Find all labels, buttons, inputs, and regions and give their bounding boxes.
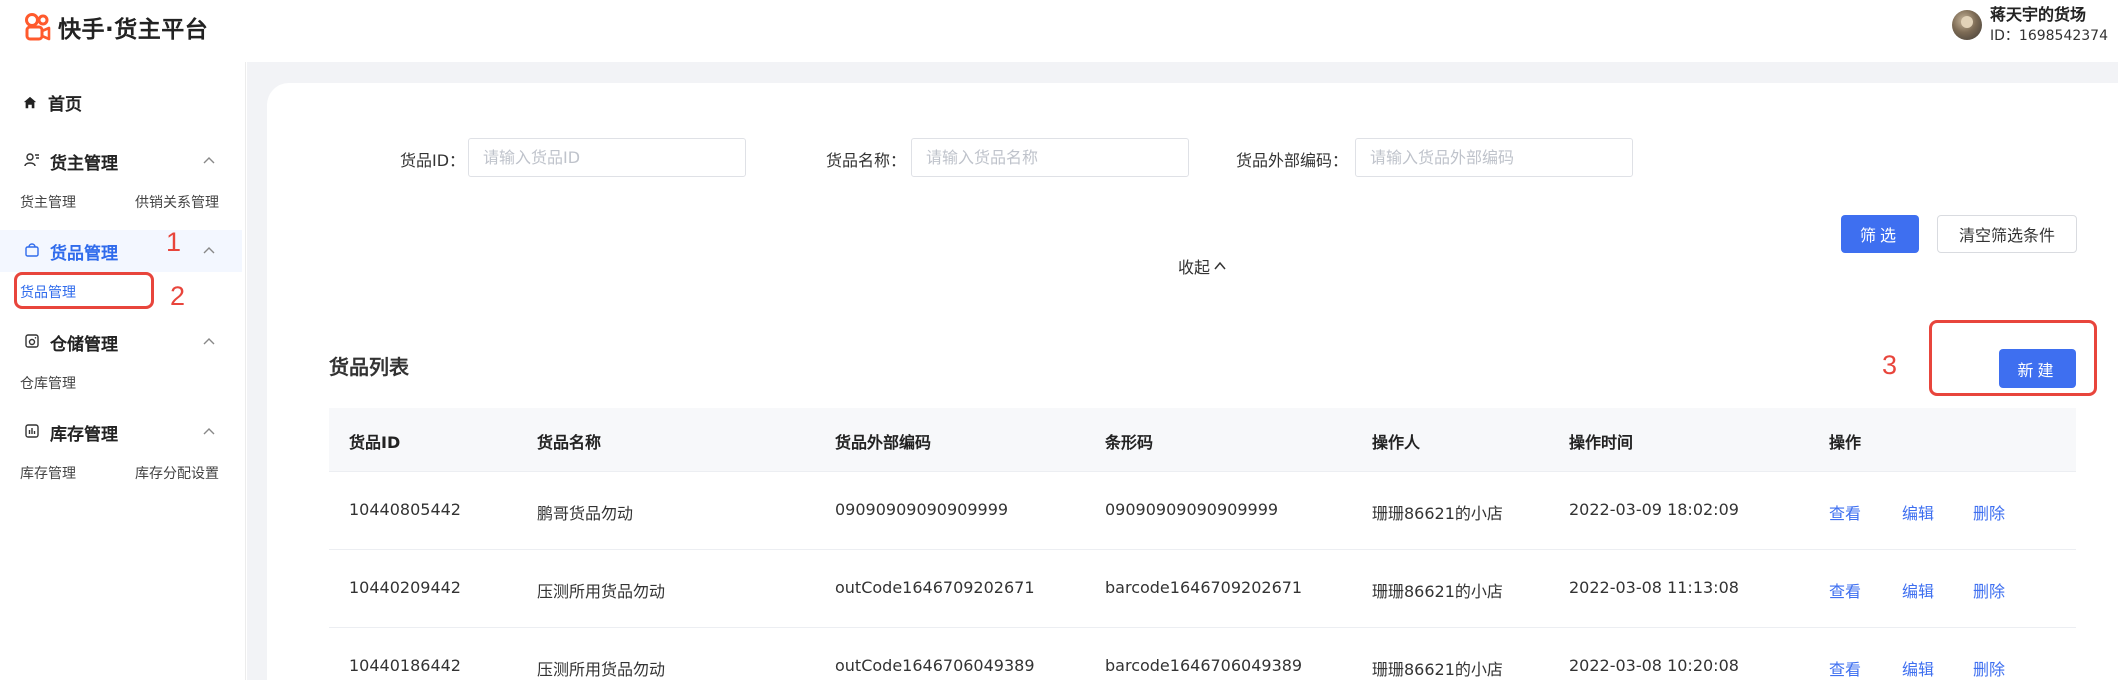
cell-barcode: barcode1646706049389 <box>1105 656 1303 675</box>
delete-link[interactable]: 删除 <box>1973 500 2005 524</box>
column-header: 操作 <box>1829 433 1862 452</box>
view-link[interactable]: 查看 <box>1829 656 1861 680</box>
sidebar-group-label: 货主管理 <box>50 153 118 174</box>
bar-chart-icon <box>25 424 39 438</box>
sidebar-group-goods[interactable]: 货品管理 <box>0 230 242 272</box>
chevron-up-icon[interactable] <box>202 335 216 349</box>
external-code-input[interactable] <box>1355 138 1633 177</box>
sidebar-group-owner[interactable]: 货主管理 <box>0 140 242 182</box>
sidebar: 首页 货主管理 货主管理 供销关系管理 货品管理 货品管理 仓储管理 仓库管理 … <box>0 62 246 680</box>
view-link[interactable]: 查看 <box>1829 578 1861 602</box>
external-code-label: 货品外部编码： <box>1236 151 1349 170</box>
delete-link[interactable]: 删除 <box>1973 578 2005 602</box>
goods-name-input[interactable] <box>911 138 1189 177</box>
cell-goods-name: 鹏哥货品勿动 <box>537 504 634 523</box>
table-header: 货品ID 货品名称 货品外部编码 条形码 操作人 操作时间 操作 <box>329 408 2076 472</box>
sidebar-group-warehouse[interactable]: 仓储管理 <box>0 321 242 363</box>
avatar[interactable] <box>1952 10 1983 40</box>
goods-id-input[interactable] <box>468 138 746 177</box>
cell-external-code: outCode1646706049389 <box>835 656 1035 675</box>
cell-external-code: 09090909090909999 <box>835 500 1009 519</box>
sidebar-item-warehouse-management[interactable]: 仓库管理 <box>20 373 76 393</box>
sidebar-item-supply-relation[interactable]: 供销关系管理 <box>135 192 219 212</box>
cell-external-code: outCode1646709202671 <box>835 578 1035 597</box>
kuaishou-logo-icon <box>25 13 51 41</box>
edit-link[interactable]: 编辑 <box>1902 578 1934 602</box>
clear-filters-button[interactable]: 清空筛选条件 <box>1937 215 2077 253</box>
user-menu[interactable]: 蒋天宇的货场 ID：1698542374 <box>1952 4 2108 46</box>
goods-id-label: 货品ID： <box>400 151 466 170</box>
delete-link[interactable]: 删除 <box>1973 656 2005 680</box>
cell-barcode: barcode1646709202671 <box>1105 578 1303 597</box>
edit-link[interactable]: 编辑 <box>1902 656 1934 680</box>
collapse-toggle[interactable]: 收起 <box>1178 254 1227 278</box>
sidebar-item-inventory-management[interactable]: 库存管理 <box>20 463 76 483</box>
bag-icon <box>25 243 39 257</box>
chevron-up-icon[interactable] <box>202 154 216 168</box>
sidebar-group-label: 库存管理 <box>50 424 118 445</box>
sidebar-item-owner-management[interactable]: 货主管理 <box>20 192 76 212</box>
cell-operator: 珊珊86621的小店 <box>1372 582 1503 601</box>
camera-icon <box>25 334 39 348</box>
logo-text: 快手·货主平台 <box>58 17 209 43</box>
annotation-number-1: 1 <box>166 227 182 257</box>
chevron-up-icon <box>1214 261 1226 270</box>
goods-table: 货品ID 货品名称 货品外部编码 条形码 操作人 操作时间 操作 1044080… <box>329 408 2076 679</box>
goods-name-label: 货品名称： <box>826 151 907 170</box>
logo[interactable]: 快手·货主平台 <box>22 10 208 44</box>
sidebar-group-label: 仓储管理 <box>50 334 118 355</box>
collapse-label: 收起 <box>1178 258 1211 277</box>
cell-time: 2022-03-08 10:20:08 <box>1569 656 1739 675</box>
home-icon <box>23 96 37 108</box>
cell-time: 2022-03-09 18:02:09 <box>1569 500 1739 519</box>
cell-barcode: 09090909090909999 <box>1105 500 1279 519</box>
goods-list-title: 货品列表 <box>329 355 409 379</box>
annotation-box-2 <box>14 272 154 309</box>
top-header: 快手·货主平台 蒋天宇的货场 ID：1698542374 <box>0 0 2118 60</box>
cell-goods-id: 10440805442 <box>349 500 461 519</box>
view-link[interactable]: 查看 <box>1829 500 1861 524</box>
edit-link[interactable]: 编辑 <box>1902 500 1934 524</box>
sidebar-group-inventory[interactable]: 库存管理 <box>0 411 242 453</box>
users-icon <box>24 153 39 167</box>
sidebar-group-label: 货品管理 <box>50 243 118 264</box>
annotation-number-3: 3 <box>1882 350 1898 380</box>
column-header: 货品名称 <box>537 433 602 452</box>
sidebar-item-home[interactable]: 首页 <box>22 90 82 115</box>
chevron-up-icon[interactable] <box>202 244 216 258</box>
cell-operator: 珊珊86621的小店 <box>1372 504 1503 523</box>
cell-goods-id: 10440209442 <box>349 578 461 597</box>
annotation-number-2: 2 <box>170 281 186 311</box>
table-row: 10440805442 鹏哥货品勿动 09090909090909999 090… <box>329 472 2076 550</box>
cell-goods-id: 10440186442 <box>349 656 461 675</box>
annotation-box-3 <box>1929 320 2097 396</box>
column-header: 货品外部编码 <box>835 433 932 452</box>
chevron-up-icon[interactable] <box>202 425 216 439</box>
column-header: 操作时间 <box>1569 433 1634 452</box>
table-row: 10440186442 压测所用货品勿动 outCode164670604938… <box>329 628 2076 680</box>
cell-time: 2022-03-08 11:13:08 <box>1569 578 1739 597</box>
column-header: 条形码 <box>1105 433 1154 452</box>
cell-operator: 珊珊86621的小店 <box>1372 660 1503 679</box>
sidebar-item-inventory-allocation[interactable]: 库存分配设置 <box>135 463 219 483</box>
cell-goods-name: 压测所用货品勿动 <box>537 660 666 679</box>
column-header: 货品ID <box>349 433 401 452</box>
filter-button[interactable]: 筛选 <box>1841 215 1919 253</box>
sidebar-item-label: 首页 <box>48 95 82 115</box>
cell-goods-name: 压测所用货品勿动 <box>537 582 666 601</box>
user-id: ID：1698542374 <box>1990 28 2108 44</box>
column-header: 操作人 <box>1372 433 1421 452</box>
user-name: 蒋天宇的货场 <box>1990 5 2087 24</box>
table-row: 10440209442 压测所用货品勿动 outCode164670920267… <box>329 550 2076 628</box>
